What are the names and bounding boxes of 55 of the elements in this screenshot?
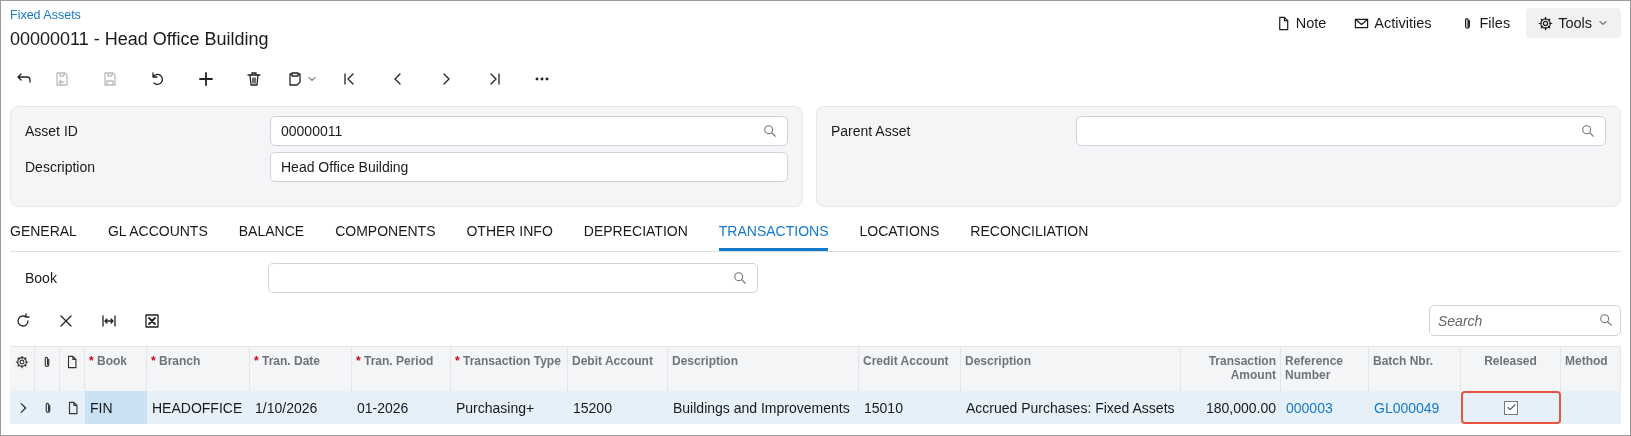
search-icon: [763, 124, 777, 138]
tab[interactable]: RECONCILIATION: [970, 212, 1089, 251]
note-button[interactable]: Note: [1263, 8, 1339, 38]
search-field[interactable]: Search: [1429, 305, 1621, 336]
gear-icon: [15, 355, 29, 369]
add-icon: [198, 71, 214, 87]
gear-icon: [1538, 15, 1554, 31]
search-icon: [733, 271, 747, 285]
activities-button[interactable]: Activities: [1342, 8, 1444, 38]
save-close-icon: [54, 71, 70, 87]
table-cell-text: Buildings and Improvements: [672, 398, 851, 418]
column-header[interactable]: Released: [1461, 347, 1561, 391]
save-icon: [102, 71, 118, 87]
tab[interactable]: GENERAL: [10, 212, 77, 251]
field-label: Parent Asset: [831, 123, 912, 139]
undo-icon: [150, 71, 166, 87]
book-field[interactable]: [268, 263, 758, 293]
tab[interactable]: DEPRECIATION: [583, 212, 688, 251]
table-cell-text: 1/10/2026: [254, 398, 319, 418]
table-cell-text: Accrued Purchases: Fixed Assets: [965, 398, 1176, 418]
lookup-field[interactable]: 00000011: [270, 116, 788, 146]
clipboard-icon: [286, 71, 303, 87]
tab[interactable]: OTHER INFO: [466, 212, 553, 251]
table-cell-text: 180,000.00: [1204, 398, 1277, 418]
table-link[interactable]: GL000049: [1369, 391, 1461, 424]
document-icon: [65, 355, 79, 369]
excel-icon: [144, 312, 160, 329]
tab[interactable]: COMPONENTS: [335, 212, 436, 251]
tab[interactable]: BALANCE: [238, 212, 305, 251]
tab[interactable]: LOCATIONS: [859, 212, 940, 251]
table-cell-text: 01-2026: [356, 398, 410, 418]
search-icon: [1581, 124, 1595, 138]
breadcrumb-link[interactable]: Fixed Assets: [10, 8, 81, 22]
table-cell: FIN: [85, 391, 147, 424]
refresh-icon: [15, 312, 31, 329]
checkbox[interactable]: [1504, 400, 1518, 415]
text-field[interactable]: Head Office Building: [270, 152, 788, 182]
tools-button[interactable]: Tools: [1526, 8, 1621, 38]
field-label: Book: [25, 270, 58, 286]
table-cell-text: 15010: [863, 398, 904, 418]
tab[interactable]: TRANSACTIONS: [718, 212, 829, 251]
table-cell-text: HEADOFFICE: [151, 398, 244, 418]
table-row[interactable]: FIN HEADOFFICE 1/10/2026 01-2026 Purchasing+ 15200 Buildings and Improvements 15010 Accrued Purchases: Fixed Assets 180,000.00 000003 GL000049: [10, 391, 1621, 424]
table-cell-text: 15200: [572, 398, 613, 418]
lookup-field[interactable]: [1076, 116, 1606, 146]
table-link[interactable]: 000003: [1281, 391, 1369, 424]
page-title: 00000011 - Head Office Building: [10, 29, 269, 50]
trash-icon: [246, 71, 262, 87]
field-label: Description: [25, 159, 97, 175]
field-label: Asset ID: [25, 123, 79, 139]
checkmark-icon: [1505, 402, 1517, 413]
table-cell-text: Purchasing+: [455, 398, 536, 418]
files-button[interactable]: Files: [1447, 8, 1523, 38]
tab[interactable]: GL ACCOUNTS: [107, 212, 208, 251]
search-icon: [1599, 313, 1613, 327]
